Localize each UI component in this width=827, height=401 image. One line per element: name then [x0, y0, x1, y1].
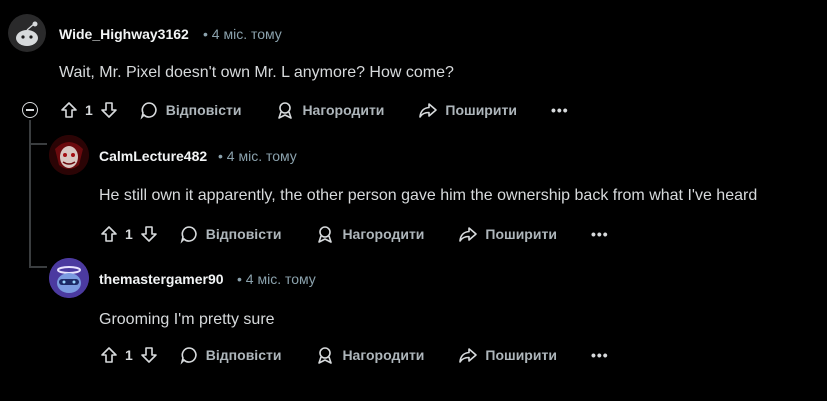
comment-text: He still own it apparently, the other pe… [99, 187, 758, 204]
comment-actions: 1 Відповісти Нагородити Поширити ••• [99, 343, 609, 367]
award-button[interactable]: Нагородити [315, 345, 424, 365]
collapse-thread-button[interactable] [22, 102, 38, 118]
comment-username[interactable]: Wide_Highway3162 [59, 26, 189, 42]
share-label: Поширити [445, 102, 517, 118]
comment-bubble-icon [140, 102, 157, 120]
award-button[interactable]: Нагородити [275, 100, 384, 120]
award-icon [318, 226, 333, 243]
share-label: Поширити [485, 226, 557, 242]
comment-timestamp[interactable]: • 4 міс. тому [237, 271, 316, 287]
reply-label: Відповісти [205, 226, 282, 242]
more-options-icon[interactable]: ••• [551, 102, 569, 118]
avatar[interactable] [49, 258, 89, 298]
award-label: Нагородити [342, 347, 425, 363]
award-label: Нагородити [302, 102, 385, 118]
reply-button[interactable]: Відповісти [179, 345, 282, 365]
avatar[interactable] [49, 135, 89, 175]
more-options-icon[interactable]: ••• [591, 226, 609, 242]
share-icon [459, 348, 478, 363]
comment-actions: 1 Відповісти Нагородити Поширити ••• [99, 222, 609, 246]
thread-line-branch-1 [29, 143, 47, 145]
share-button[interactable]: Поширити [418, 100, 517, 120]
share-button[interactable]: Поширити [458, 224, 557, 244]
share-icon [459, 227, 478, 242]
vote-count: 1 [85, 102, 93, 118]
share-icon [419, 103, 438, 118]
vote-count: 1 [125, 347, 133, 363]
comment-text: Wait, Mr. Pixel doesn't own Mr. L anymor… [59, 64, 454, 81]
downvote-icon[interactable] [99, 100, 119, 120]
reply-button[interactable]: Відповісти [179, 224, 282, 244]
upvote-icon[interactable] [59, 100, 79, 120]
avatar[interactable] [8, 14, 46, 52]
award-label: Нагородити [342, 226, 425, 242]
reply-button[interactable]: Відповісти [139, 100, 242, 120]
user-avatar-icon [49, 258, 89, 298]
user-avatar-icon [49, 135, 89, 175]
reddit-snoo-icon [8, 14, 46, 52]
reply-label: Відповісти [205, 347, 282, 363]
comment-bubble-icon [180, 347, 197, 365]
downvote-icon[interactable] [139, 345, 159, 365]
comment-username[interactable]: themastergamer90 [99, 271, 224, 287]
award-button[interactable]: Нагородити [315, 224, 424, 244]
thread-line-branch-2 [29, 266, 47, 268]
comment-actions: 1 Відповісти Нагородити Поширити ••• [59, 98, 569, 122]
upvote-icon[interactable] [99, 224, 119, 244]
comment-username[interactable]: CalmLecture482 [99, 148, 207, 164]
upvote-icon[interactable] [99, 345, 119, 365]
downvote-icon[interactable] [139, 224, 159, 244]
comment-timestamp[interactable]: • 4 міс. тому [203, 26, 282, 42]
comment-text: Grooming I'm pretty sure [99, 311, 275, 328]
comment-timestamp[interactable]: • 4 міс. тому [218, 148, 297, 164]
reply-label: Відповісти [165, 102, 242, 118]
award-icon [278, 102, 293, 119]
more-options-icon[interactable]: ••• [591, 347, 609, 363]
share-label: Поширити [485, 347, 557, 363]
vote-count: 1 [125, 226, 133, 242]
award-icon [318, 347, 333, 364]
comment-bubble-icon [180, 226, 197, 244]
share-button[interactable]: Поширити [458, 345, 557, 365]
